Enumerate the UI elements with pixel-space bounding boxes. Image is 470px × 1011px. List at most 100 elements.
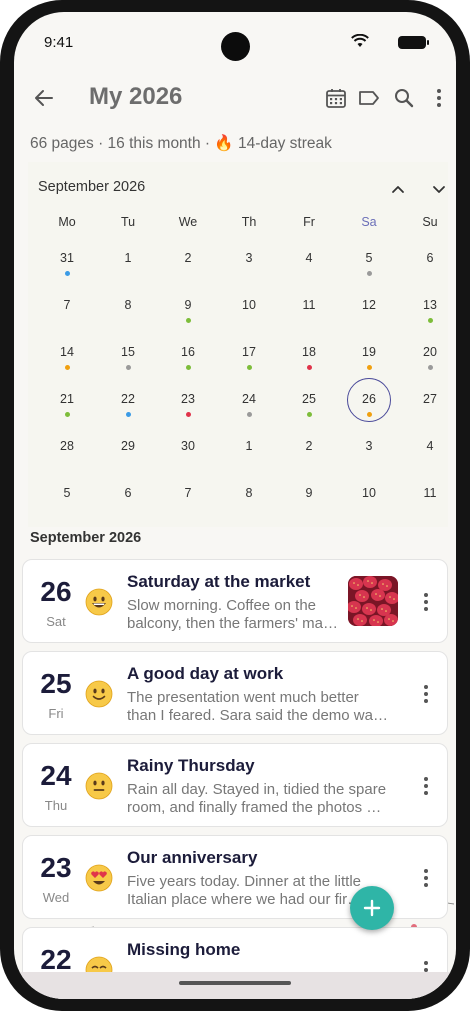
calendar-day[interactable]: 10 xyxy=(341,474,397,514)
calendar-day[interactable]: 7 xyxy=(160,474,216,514)
calendar-day[interactable]: 29 xyxy=(100,427,156,467)
calendar-day[interactable]: 5 xyxy=(39,474,95,514)
label-icon[interactable] xyxy=(357,86,381,110)
entry-snippet: Slow morning. Coffee on the balcony, then… xyxy=(127,597,337,633)
calendar-day[interactable]: 16 xyxy=(160,333,216,373)
day-number: 19 xyxy=(362,345,376,359)
entry-more-icon[interactable] xyxy=(423,592,429,612)
entry-weekday: Fri xyxy=(48,706,64,721)
calendar-day[interactable]: 17 xyxy=(221,333,277,373)
calendar-day[interactable]: 8 xyxy=(100,286,156,326)
back-arrow-icon[interactable] xyxy=(32,86,56,110)
chevron-up-icon[interactable] xyxy=(387,178,409,200)
entry-title: A good day at work xyxy=(127,664,284,683)
calendar-day[interactable]: 28 xyxy=(39,427,95,467)
strawberries-photo xyxy=(348,576,398,626)
calendar-day[interactable]: 10 xyxy=(221,286,277,326)
day-number: 18 xyxy=(302,345,316,359)
day-number: 15 xyxy=(121,345,135,359)
calendar-icon[interactable] xyxy=(324,86,348,110)
phone-frame: 9:41 My 2026 66 pages · 16 this month · … xyxy=(0,0,470,1011)
page-title: My 2026 xyxy=(89,83,183,110)
battery-icon xyxy=(398,36,429,49)
day-number: 30 xyxy=(181,439,195,453)
entry-more-icon[interactable] xyxy=(423,776,429,796)
entry-more-icon[interactable] xyxy=(423,684,429,704)
entry-snippet: The presentation went much better than I … xyxy=(127,689,397,725)
grinning-emoji xyxy=(85,588,113,616)
calendar-day[interactable]: 31 xyxy=(39,239,95,279)
snippet-line: Slow morning. Coffee on the xyxy=(127,597,317,614)
entry-card[interactable]: 26 Sat Saturday at the market Slow morning.… xyxy=(22,559,448,643)
add-entry-button[interactable] xyxy=(350,886,394,930)
calendar-day[interactable]: 4 xyxy=(281,239,337,279)
calendar-day[interactable]: 1 xyxy=(100,239,156,279)
calendar-day[interactable]: 6 xyxy=(100,474,156,514)
entry-title: Missing home xyxy=(127,940,241,959)
calendar-day[interactable]: 30 xyxy=(160,427,216,467)
month-calendar: September 2026 Mo Tu We Th Fr Sa Su 31 1 2 3 4 5 6 7 8… xyxy=(28,162,448,527)
calendar-day[interactable]: 3 xyxy=(221,239,277,279)
plus-icon xyxy=(363,899,381,917)
calendar-month-label: September 2026 xyxy=(38,179,146,195)
calendar-day[interactable]: 1 xyxy=(221,427,277,467)
calendar-day[interactable]: 18 xyxy=(281,333,337,373)
weekday-label: Su xyxy=(422,215,438,229)
calendar-day[interactable]: 7 xyxy=(39,286,95,326)
weekday-label: Mo xyxy=(58,215,76,229)
more-vert-icon[interactable] xyxy=(427,86,451,110)
calendar-day[interactable]: 2 xyxy=(160,239,216,279)
calendar-day[interactable]: 11 xyxy=(281,286,337,326)
calendar-day[interactable]: 11 xyxy=(402,474,456,514)
day-number: 3 xyxy=(245,251,253,265)
calendar-day[interactable]: 14 xyxy=(39,333,95,373)
snippet-line: than I feared. Sara said the demo wa… xyxy=(127,707,388,724)
day-number: 8 xyxy=(245,486,253,500)
calendar-day[interactable]: 13 xyxy=(402,286,456,326)
calendar-day[interactable]: 4 xyxy=(402,427,456,467)
calendar-day[interactable]: 22 xyxy=(100,380,156,420)
day-number: 6 xyxy=(124,486,132,500)
entry-dot xyxy=(64,271,70,276)
calendar-day[interactable]: 12 xyxy=(341,286,397,326)
search-icon[interactable] xyxy=(392,86,416,110)
entry-dot xyxy=(366,365,372,370)
calendar-day[interactable]: 27 xyxy=(402,380,456,420)
calendar-day-today[interactable]: 26 xyxy=(341,378,397,422)
calendar-day[interactable]: 15 xyxy=(100,333,156,373)
day-number: 27 xyxy=(423,392,437,406)
entry-dot xyxy=(246,365,252,370)
calendar-day[interactable]: 21 xyxy=(39,380,95,420)
camera-cutout xyxy=(221,32,250,61)
day-number: 2 xyxy=(305,439,313,453)
entry-card[interactable]: 24 Thu Rainy Thursday Rain all day. Stayed … xyxy=(22,743,448,827)
calendar-day[interactable]: 9 xyxy=(160,286,216,326)
calendar-day[interactable]: 23 xyxy=(160,380,216,420)
chevron-down-icon[interactable] xyxy=(428,178,450,200)
calendar-day[interactable]: 5 xyxy=(341,239,397,279)
calendar-day[interactable]: 25 xyxy=(281,380,337,420)
snippet-line: The presentation went much better xyxy=(127,689,359,706)
calendar-day[interactable]: 6 xyxy=(402,239,456,279)
snippet-line: balcony, then the farmers' ma… xyxy=(127,615,337,632)
calendar-day[interactable]: 20 xyxy=(402,333,456,373)
calendar-day[interactable]: 19 xyxy=(341,333,397,373)
day-number: 4 xyxy=(426,439,434,453)
day-number: 20 xyxy=(423,345,437,359)
home-indicator[interactable] xyxy=(179,981,291,985)
entry-date: 23 xyxy=(40,852,72,883)
entry-snippet: Rain all day. Stayed in, tidied the spar… xyxy=(127,781,397,817)
entry-dot xyxy=(185,412,191,417)
day-number: 10 xyxy=(242,298,256,312)
entry-dot xyxy=(366,412,372,417)
entry-card[interactable]: 25 Fri A good day at work The presentation … xyxy=(22,651,448,735)
calendar-day[interactable]: 8 xyxy=(221,474,277,514)
calendar-day[interactable]: 9 xyxy=(281,474,337,514)
entry-more-icon[interactable] xyxy=(423,868,429,888)
snippet-line: Rain all day. Stayed in, tidied the spar… xyxy=(127,781,387,798)
calendar-day[interactable]: 24 xyxy=(221,380,277,420)
day-number: 8 xyxy=(124,298,132,312)
calendar-day[interactable]: 2 xyxy=(281,427,337,467)
calendar-day[interactable]: 3 xyxy=(341,427,397,467)
day-number: 9 xyxy=(305,486,313,500)
